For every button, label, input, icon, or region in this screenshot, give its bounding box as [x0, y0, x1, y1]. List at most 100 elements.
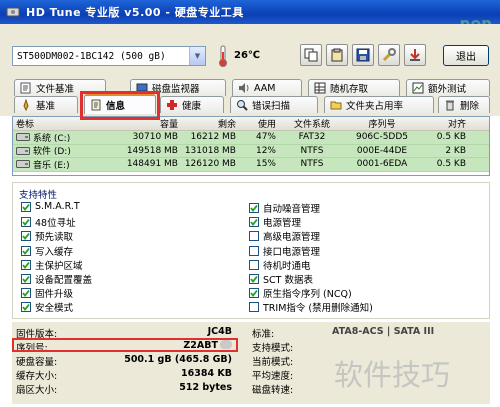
checkbox-checked-icon[interactable]	[21, 231, 31, 242]
feature-label: 写入缓存	[35, 246, 74, 258]
checkbox-checked-icon[interactable]	[249, 274, 259, 284]
tab-aam[interactable]: AAM	[232, 79, 302, 96]
feature-label: 主保护区域	[35, 260, 83, 272]
checkbox-empty-icon[interactable]	[249, 259, 259, 270]
tab-benchmark[interactable]: 基准	[14, 96, 78, 113]
checkbox-empty-icon[interactable]	[249, 245, 259, 256]
feature-checkbox[interactable]: SCT 数据表	[249, 272, 313, 286]
feature-checkbox[interactable]: 原生指令序列 (NCQ)	[249, 286, 352, 300]
copy-info-button[interactable]	[300, 44, 322, 66]
window-title: HD Tune 专业版 v5.00 - 硬盘专业工具	[26, 6, 244, 19]
save-button[interactable]	[352, 44, 374, 66]
table-row[interactable]: 系统 (C:) 30710 MB 16212 MB 47% FAT32 906C…	[13, 131, 489, 145]
chevron-down-icon[interactable]: ▼	[189, 47, 205, 65]
file-icon	[19, 82, 32, 95]
capacity-value: 500.1 gB (465.8 GB)	[124, 354, 232, 365]
download-button[interactable]	[404, 44, 426, 66]
exit-button[interactable]: 退出	[443, 45, 489, 66]
checkbox-checked-icon[interactable]	[21, 274, 31, 284]
feature-checkbox[interactable]: 待机时通电	[249, 258, 311, 272]
supported-features-group: 支持特性 S.M.A.R.T 48位寻址预先读取写入缓存主保护区域设备配置覆盖 固件…	[12, 182, 490, 319]
copy-screenshot-button[interactable]	[326, 44, 348, 66]
sector-label: 扇区大小:	[16, 385, 58, 396]
drive-select-value: ST500DM002-1BC142 (500 gB)	[17, 50, 166, 62]
drive-icon	[16, 146, 30, 155]
tab-erase[interactable]: 删除	[438, 96, 490, 113]
feature-checkbox[interactable]: 主保护区域	[21, 258, 83, 272]
hdtune-app-icon	[6, 5, 20, 19]
copy-icon	[304, 48, 318, 62]
cache-label: 缓存大小:	[16, 371, 58, 382]
feature-label: 预先读取	[35, 232, 74, 244]
feature-label: 设备配置覆盖	[35, 275, 93, 286]
feature-label: 电源管理	[263, 218, 302, 230]
sector-value: 512 bytes	[179, 382, 232, 393]
temperature-value: 26℃	[234, 50, 261, 61]
feature-checkbox[interactable]: 设备配置覆盖	[21, 272, 92, 286]
checkbox-checked-icon[interactable]	[21, 288, 31, 299]
standard-label: 标准:	[252, 329, 275, 340]
feature-label: 原生指令序列 (NCQ)	[263, 289, 352, 301]
feature-label: 待机时通电	[263, 260, 311, 272]
clipboard-icon	[331, 48, 343, 62]
checkbox-checked-icon[interactable]	[21, 245, 31, 256]
checkbox-checked-icon[interactable]	[21, 302, 31, 313]
features-title: 支持特性	[19, 190, 58, 201]
folder-icon	[329, 99, 342, 112]
current-mode-label: 当前模式:	[252, 357, 294, 368]
feature-checkbox[interactable]: 写入缓存	[21, 244, 73, 258]
checkbox-checked-icon[interactable]	[21, 217, 31, 228]
table-row[interactable]: 音乐 (E:) 148491 MB 126120 MB 15% NTFS 000…	[13, 158, 489, 172]
col-header-filesystem[interactable]: 文件系统	[279, 117, 345, 130]
feature-label: TRIM指令 (禁用删除通知)	[263, 303, 373, 315]
feature-label: SCT 数据表	[263, 275, 313, 286]
checkbox-checked-icon[interactable]	[21, 201, 31, 212]
drive-select[interactable]: ST500DM002-1BC142 (500 gB) ▼	[12, 46, 206, 66]
tab-extra-tests[interactable]: 额外测试	[406, 79, 490, 96]
avg-speed-label: 平均速度:	[252, 371, 294, 382]
checkbox-checked-icon[interactable]	[249, 203, 259, 213]
feature-checkbox[interactable]: 预先读取	[21, 229, 73, 243]
partition-table: 卷标 容量 剩余 使用 文件系统 序列号 对齐 系统 (C:) 30710 MB…	[12, 116, 490, 176]
supported-mode-label: 支持模式:	[252, 343, 294, 354]
col-header-alignment[interactable]: 对齐	[419, 117, 469, 130]
wrench-icon	[382, 48, 396, 62]
feature-checkbox[interactable]: TRIM指令 (禁用删除通知)	[249, 300, 373, 314]
options-button[interactable]	[378, 44, 400, 66]
checkbox-checked-icon[interactable]	[249, 288, 259, 299]
gauge-icon	[19, 99, 32, 112]
feature-label: 48位寻址	[35, 218, 76, 230]
col-header-used[interactable]: 使用	[239, 117, 279, 130]
serial-highlight	[12, 338, 238, 352]
feature-checkbox[interactable]: 安全模式	[21, 300, 73, 314]
feature-label: 安全模式	[35, 303, 74, 315]
checkbox-empty-icon[interactable]	[249, 302, 259, 313]
tab-random-access[interactable]: 随机存取	[308, 79, 400, 96]
col-header-free[interactable]: 剩余	[181, 117, 239, 130]
feature-label: 自动噪音管理	[263, 204, 321, 215]
tab-error-scan[interactable]: 错误扫描	[230, 96, 318, 113]
checkbox-empty-icon[interactable]	[249, 231, 259, 242]
feature-checkbox[interactable]: 48位寻址	[21, 215, 76, 229]
feature-checkbox[interactable]: S.M.A.R.T	[21, 201, 80, 212]
speaker-icon	[237, 82, 250, 95]
feature-checkbox[interactable]: 固件升级	[21, 286, 73, 300]
feature-checkbox[interactable]: 电源管理	[249, 215, 301, 229]
feature-label: 接口电源管理	[263, 246, 321, 258]
table-row[interactable]: 软件 (D:) 149518 MB 131018 MB 12% NTFS 000…	[13, 144, 489, 158]
tab-health[interactable]: 健康	[160, 96, 224, 113]
info-tab-highlight	[80, 91, 160, 120]
drive-icon	[16, 133, 30, 142]
checkbox-checked-icon[interactable]	[21, 259, 31, 270]
feature-label: 高级电源管理	[263, 232, 321, 244]
health-plus-icon	[165, 99, 178, 112]
tab-folder-usage[interactable]: 文件夹占用率	[324, 96, 434, 113]
feature-checkbox[interactable]: 接口电源管理	[249, 244, 320, 258]
magnifier-icon	[235, 99, 248, 112]
floppy-save-icon	[356, 48, 370, 62]
col-header-serial[interactable]: 序列号	[345, 117, 419, 130]
feature-checkbox[interactable]: 高级电源管理	[249, 229, 320, 243]
checkbox-checked-icon[interactable]	[249, 217, 259, 228]
feature-checkbox[interactable]: 自动噪音管理	[249, 201, 320, 215]
cache-value: 16384 KB	[181, 368, 232, 379]
